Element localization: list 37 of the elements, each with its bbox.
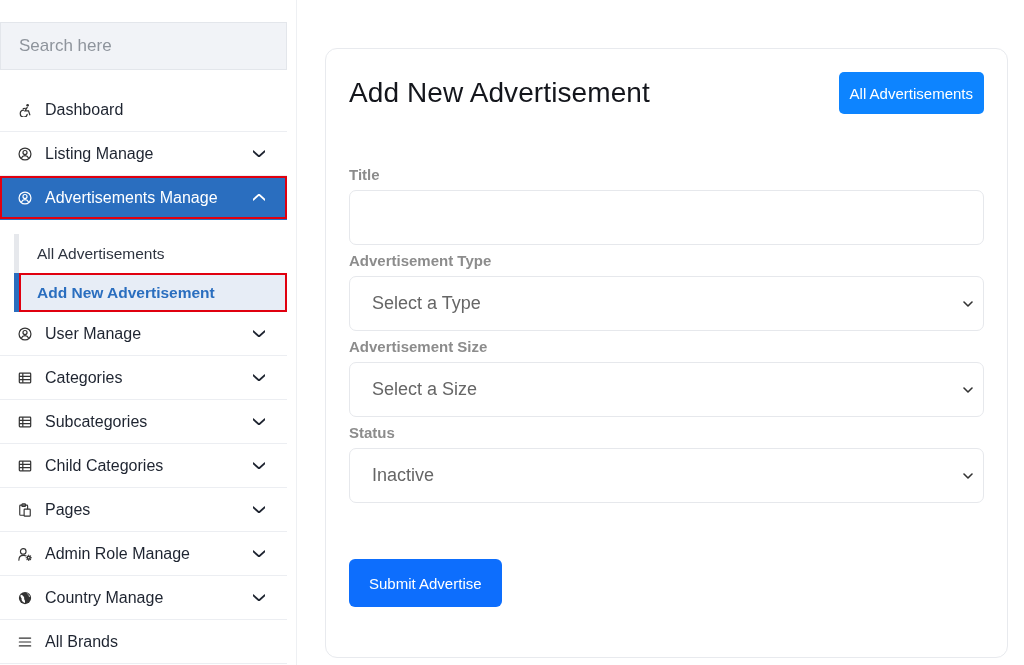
- field-label: Status: [349, 423, 396, 443]
- sidebar-item[interactable]: Categories: [0, 356, 287, 400]
- globe-icon: [18, 590, 32, 605]
- table-icon: [18, 414, 32, 429]
- search-field[interactable]: Search here: [0, 22, 287, 70]
- page-title: Add New Advertisement: [349, 77, 650, 109]
- user-circle-icon: [18, 326, 32, 341]
- sidebar-item[interactable]: Country Manage: [0, 576, 287, 620]
- all-advertisements-button[interactable]: All Advertisements: [838, 72, 984, 114]
- sidebar-item[interactable]: Admin Role Manage: [0, 532, 287, 576]
- menu-icon: [18, 634, 32, 649]
- chevron-down-icon: [963, 472, 973, 479]
- select-field[interactable]: Select a Type: [349, 276, 984, 331]
- user-circle-icon: [18, 190, 32, 205]
- table-icon: [18, 458, 32, 473]
- wheelchair-icon: [18, 102, 32, 117]
- user-gear-icon: [18, 546, 32, 561]
- submit-button[interactable]: Submit Advertise: [349, 559, 502, 607]
- sidebar-item[interactable]: User Manage: [0, 312, 287, 356]
- clipboard-icon: [18, 502, 32, 517]
- sidebar-item[interactable]: Advertisements Manage: [0, 176, 287, 220]
- text-input[interactable]: [349, 190, 984, 245]
- chevron-down-icon: [963, 300, 973, 307]
- sidebar-item[interactable]: Child Categories: [0, 444, 287, 488]
- sidebar-item[interactable]: Dashboard: [0, 88, 287, 132]
- submenu-item[interactable]: Add New Advertisement: [14, 273, 287, 312]
- sidebar-item[interactable]: Subcategories: [0, 400, 287, 444]
- table-icon: [18, 370, 32, 385]
- field-label: Advertisement Size: [349, 337, 489, 357]
- select-field[interactable]: Select a Size: [349, 362, 984, 417]
- chevron-down-icon: [963, 386, 973, 393]
- sidebar-item[interactable]: All Brands: [0, 620, 287, 664]
- select-field[interactable]: Inactive: [349, 448, 984, 503]
- field-label: Advertisement Type: [349, 251, 493, 271]
- sidebar-item[interactable]: Pages: [0, 488, 287, 532]
- user-circle-icon: [18, 146, 32, 161]
- field-label: Title: [349, 165, 381, 185]
